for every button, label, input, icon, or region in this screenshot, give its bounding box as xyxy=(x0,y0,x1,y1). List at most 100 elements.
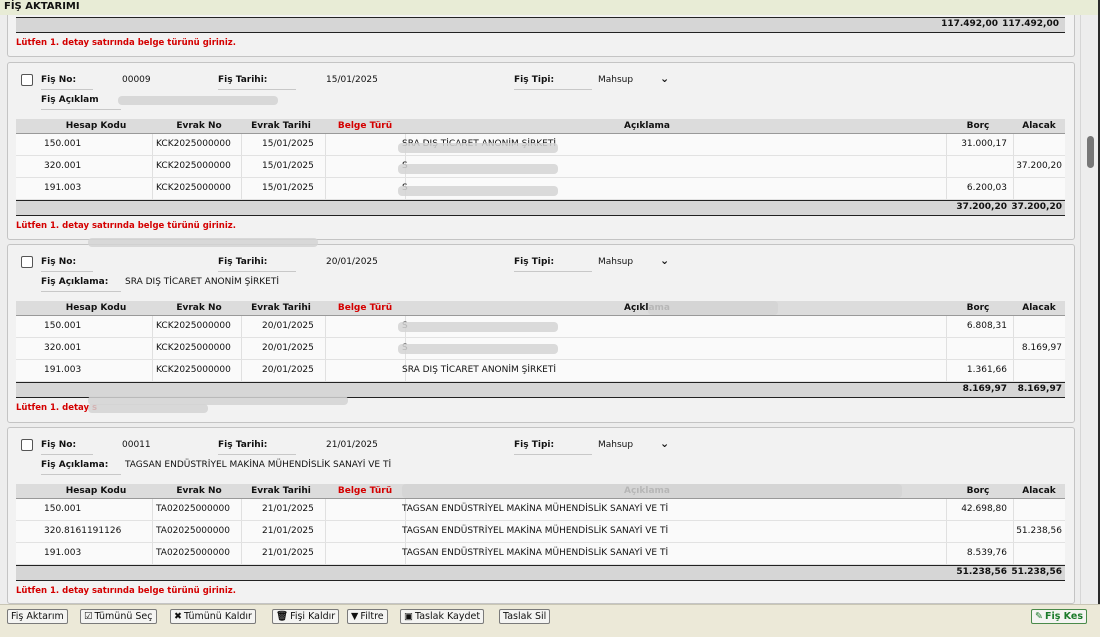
evrak-no-cell: TA02025000000 xyxy=(156,504,230,514)
fis-select-checkbox[interactable] xyxy=(21,256,33,268)
hesap-kodu-cell: 150.001 xyxy=(44,321,82,331)
taslak-kaydet-label: Taslak Kaydet xyxy=(414,611,481,622)
evrak-tarihi-cell: 20/01/2025 xyxy=(262,365,314,375)
hesap-kodu-cell: 320.001 xyxy=(44,343,82,353)
borc-total: 51.238,56 xyxy=(956,567,1007,577)
totals-row: 37.200,20 37.200,20 xyxy=(16,200,1065,215)
fis-no-value: 00011 xyxy=(122,440,151,450)
column-header: Alacak xyxy=(1022,121,1056,131)
totals-row: 51.238,56 51.238,56 xyxy=(16,565,1065,580)
evrak-tarihi-cell: 20/01/2025 xyxy=(262,321,314,331)
filter-icon: ▼ xyxy=(351,611,359,622)
alacak-cell: 37.200,20 xyxy=(1016,161,1062,171)
taslak-kaydet-button[interactable]: ▣ Taslak Kaydet xyxy=(400,609,485,624)
column-header: Alacak xyxy=(1022,486,1056,496)
fisi-kaldir-button[interactable]: 🗑 Fişi Kaldır xyxy=(272,609,340,624)
table-row[interactable]: 320.8161191126 TA02025000000 21/01/2025 TAG… xyxy=(16,521,1065,543)
evrak-no-cell: KCK2025000000 xyxy=(156,139,231,149)
column-header: Evrak No xyxy=(176,303,222,313)
fis-no-value: 00009 xyxy=(122,75,151,85)
fis-aciklama-value: TAGSAN ENDÜSTRİYEL MAKİNA MÜHENDİSLİK SA… xyxy=(125,460,392,470)
trash-icon: 🗑 xyxy=(276,611,289,622)
evrak-tarihi-cell: 21/01/2025 xyxy=(262,504,314,514)
column-header: Belge Türü xyxy=(337,486,393,496)
fis-tipi-label: Fiş Tipi: xyxy=(514,75,555,85)
alacak-cell: 8.169,97 xyxy=(1021,343,1062,353)
chevron-down-icon[interactable]: ⌄ xyxy=(660,437,669,450)
hesap-kodu-cell: 191.003 xyxy=(44,365,82,375)
borc-total: 117.492,00 xyxy=(941,19,998,29)
hesap-kodu-cell: 320.8161191126 xyxy=(44,526,122,536)
window-title: FİŞ AKTARIMI xyxy=(4,1,80,12)
evrak-tarihi-cell: 21/01/2025 xyxy=(262,526,314,536)
hesap-kodu-cell: 320.001 xyxy=(44,161,82,171)
fis-select-checkbox[interactable] xyxy=(21,74,33,86)
redacted-area xyxy=(648,301,778,315)
tumunu-sec-button[interactable]: ☑ Tümünü Seç xyxy=(80,609,157,624)
fis-tarihi-value: 15/01/2025 xyxy=(326,75,378,85)
column-header: Evrak Tarihi xyxy=(251,121,311,131)
borc-cell: 42.698,80 xyxy=(961,504,1007,514)
chevron-down-icon[interactable]: ⌄ xyxy=(660,72,669,85)
column-header: Hesap Kodu xyxy=(65,121,127,131)
fis-select-checkbox[interactable] xyxy=(21,439,33,451)
fis-card-previous: 117.492,00 117.492,00 Lütfen 1. detay sa… xyxy=(7,15,1075,57)
chevron-down-icon[interactable]: ⌄ xyxy=(660,254,669,267)
fis-tipi-select[interactable]: Mahsup xyxy=(598,440,633,450)
filtre-label: Filtre xyxy=(360,611,384,622)
column-header: Hesap Kodu xyxy=(65,303,127,313)
fis-tipi-select[interactable]: Mahsup xyxy=(598,75,633,85)
evrak-tarihi-cell: 15/01/2025 xyxy=(262,183,314,193)
redacted-area xyxy=(398,143,558,153)
taslak-sil-button[interactable]: Taslak Sil xyxy=(499,609,551,624)
column-header: Evrak No xyxy=(176,121,222,131)
aciklama-cell: TAGSAN ENDÜSTRİYEL MAKİNA MÜHENDİSLİK SA… xyxy=(402,504,669,514)
column-header: Belge Türü xyxy=(337,303,393,313)
table-row[interactable]: 150.001 TA02025000000 21/01/2025 TAGSAN END… xyxy=(16,499,1065,521)
evrak-tarihi-cell: 20/01/2025 xyxy=(262,343,314,353)
save-icon: ▣ xyxy=(404,611,413,622)
hesap-kodu-cell: 191.003 xyxy=(44,183,82,193)
redacted-area xyxy=(402,484,902,498)
aciklama-cell: TAGSAN ENDÜSTRİYEL MAKİNA MÜHENDİSLİK SA… xyxy=(402,548,669,558)
bottom-toolbar: Fiş Aktarım ☑ Tümünü Seç ✖ Tümünü Kaldır 🗑… xyxy=(0,604,1100,637)
redacted-area xyxy=(88,238,318,247)
redacted-area xyxy=(88,404,208,413)
filtre-button[interactable]: ▼ Filtre xyxy=(347,609,388,624)
tumunu-kaldir-button[interactable]: ✖ Tümünü Kaldır xyxy=(170,609,256,624)
fis-kes-label: Fiş Kes xyxy=(1044,611,1083,622)
evrak-no-cell: KCK2025000000 xyxy=(156,161,231,171)
vertical-scrollbar[interactable] xyxy=(1080,15,1100,604)
table-row[interactable]: 191.003 KCK2025000000 20/01/2025 SRA DIŞ Tİ… xyxy=(16,360,1065,382)
error-message: Lütfen 1. detay satırında belge türünü g… xyxy=(16,221,236,231)
fis-tarihi-label: Fiş Tarihi: xyxy=(218,440,268,450)
evrak-no-cell: KCK2025000000 xyxy=(156,321,231,331)
error-message: Lütfen 1. detay satırında belge türünü g… xyxy=(16,38,236,48)
scrollbar-thumb[interactable] xyxy=(1087,136,1094,168)
column-header: Alacak xyxy=(1022,303,1056,313)
fis-tarihi-label: Fiş Tarihi: xyxy=(218,257,268,267)
table-row[interactable]: 191.003 TA02025000000 21/01/2025 TAGSAN END… xyxy=(16,543,1065,565)
column-header: Hesap Kodu xyxy=(65,486,127,496)
evrak-tarihi-cell: 15/01/2025 xyxy=(262,139,314,149)
column-header: Evrak Tarihi xyxy=(251,486,311,496)
hesap-kodu-cell: 150.001 xyxy=(44,139,82,149)
borc-cell: 6.200,03 xyxy=(966,183,1007,193)
redacted-area xyxy=(398,344,558,354)
error-message: Lütfen 1. detay satırında belge türünü g… xyxy=(16,586,236,596)
totals-row: 8.169,97 8.169,97 xyxy=(16,382,1065,397)
fis-aktarim-label: Fiş Aktarım xyxy=(11,611,64,622)
aciklama-cell: SRA DIŞ TİCARET ANONİM ŞİRKETİ xyxy=(402,365,557,375)
fisi-kaldir-label: Fişi Kaldır xyxy=(290,611,336,622)
fis-aktarim-button[interactable]: Fiş Aktarım xyxy=(7,609,68,624)
tumunu-kaldir-label: Tümünü Kaldır xyxy=(183,611,252,622)
borc-cell: 8.539,76 xyxy=(966,548,1007,558)
borc-total: 8.169,97 xyxy=(962,384,1007,394)
fis-kes-button[interactable]: ✎ Fiş Kes xyxy=(1031,609,1087,624)
table-header: Hesap Kodu Evrak No Evrak Tarihi Belge Türü… xyxy=(16,119,1065,134)
fis-tipi-select[interactable]: Mahsup xyxy=(598,257,633,267)
alacak-total: 8.169,97 xyxy=(1017,384,1062,394)
column-header: Belge Türü xyxy=(337,121,393,131)
hesap-kodu-cell: 150.001 xyxy=(44,504,82,514)
fis-no-label: Fiş No: xyxy=(41,440,77,450)
